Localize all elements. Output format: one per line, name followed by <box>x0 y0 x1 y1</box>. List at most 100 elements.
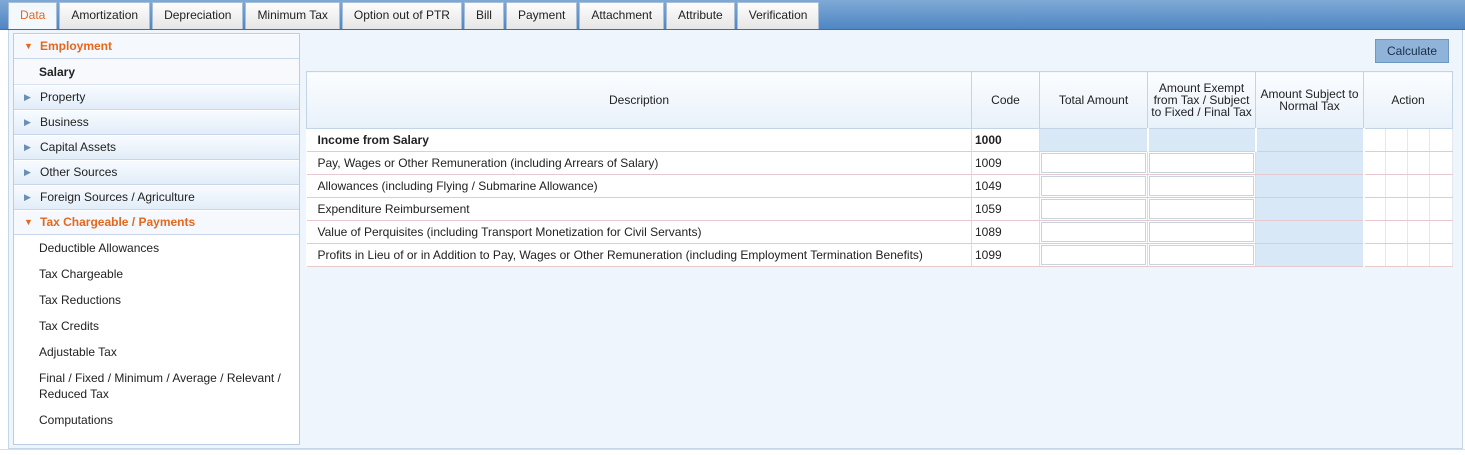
amount-exempt-input[interactable] <box>1149 176 1254 196</box>
total-amount-cell <box>1039 151 1148 175</box>
action-cell <box>1385 197 1408 221</box>
amount-subject-cell <box>1255 128 1365 152</box>
caret-down-icon: ▼ <box>24 41 33 51</box>
column-header-description: Description <box>306 71 972 129</box>
sidebar-item-tax-reductions[interactable]: Tax Reductions <box>14 287 299 313</box>
calculate-button[interactable]: Calculate <box>1375 39 1449 63</box>
sidebar-section-capital-assets[interactable]: ▶ Capital Assets <box>14 135 299 160</box>
sidebar-item-salary[interactable]: Salary <box>14 59 299 85</box>
amount-exempt-cell <box>1147 243 1256 267</box>
column-header-action: Action <box>1362 71 1454 129</box>
sidebar-section-label: Foreign Sources / Agriculture <box>40 190 195 204</box>
action-cell <box>1363 128 1386 152</box>
total-amount-input[interactable] <box>1041 153 1146 173</box>
action-cell <box>1385 174 1408 198</box>
tab-attachment[interactable]: Attachment <box>579 2 665 29</box>
column-header-code: Code <box>971 71 1040 129</box>
amount-exempt-input[interactable] <box>1149 153 1254 173</box>
table-row: Income from Salary 1000 <box>306 128 1454 152</box>
total-amount-cell <box>1039 220 1148 244</box>
amount-exempt-input[interactable] <box>1149 199 1254 219</box>
tab-amortization[interactable]: Amortization <box>59 2 151 29</box>
action-cell <box>1407 128 1430 152</box>
action-cell <box>1429 151 1454 175</box>
row-code: 1009 <box>971 151 1040 175</box>
sidebar-item-tax-chargeable[interactable]: Tax Chargeable <box>14 261 299 287</box>
sidebar-section-tax-chargeable[interactable]: ▼ Tax Chargeable / Payments <box>14 210 299 235</box>
table-row: Profits in Lieu of or in Addition to Pay… <box>306 243 1454 267</box>
total-amount-cell <box>1039 174 1148 198</box>
sidebar-section-label: Employment <box>40 39 113 53</box>
amount-exempt-cell <box>1147 197 1256 221</box>
salary-table: Description Code Total Amount Amount Exe… <box>306 71 1454 267</box>
action-cell <box>1407 197 1430 221</box>
sidebar-item-adjustable-tax[interactable]: Adjustable Tax <box>14 339 299 365</box>
row-description: Profits in Lieu of or in Addition to Pay… <box>306 243 972 267</box>
sidebar-item-tax-credits[interactable]: Tax Credits <box>14 313 299 339</box>
amount-exempt-input[interactable] <box>1149 222 1254 242</box>
sidebar-section-employment[interactable]: ▼ Employment <box>14 34 299 59</box>
caret-right-icon: ▶ <box>24 167 31 177</box>
sidebar-item-final-fixed-tax[interactable]: Final / Fixed / Minimum / Average / Rele… <box>14 365 299 407</box>
row-description: Expenditure Reimbursement <box>306 197 972 221</box>
row-description: Pay, Wages or Other Remuneration (includ… <box>306 151 972 175</box>
sidebar-section-other-sources[interactable]: ▶ Other Sources <box>14 160 299 185</box>
action-cell <box>1407 220 1430 244</box>
caret-down-icon: ▼ <box>24 217 33 227</box>
action-cell <box>1385 220 1408 244</box>
row-code: 1000 <box>971 128 1040 152</box>
row-description: Allowances (including Flying / Submarine… <box>306 174 972 198</box>
sidebar-section-label: Business <box>40 115 89 129</box>
amount-exempt-cell <box>1147 220 1256 244</box>
column-header-amount-exempt: Amount Exempt from Tax / Subject to Fixe… <box>1147 71 1256 129</box>
table-row: Value of Perquisites (including Transpor… <box>306 220 1454 244</box>
action-cell <box>1385 151 1408 175</box>
table-row: Pay, Wages or Other Remuneration (includ… <box>306 151 1454 175</box>
total-amount-input[interactable] <box>1041 245 1146 265</box>
content-panel: ▼ Employment Salary ▶ Property ▶ Busines… <box>8 30 1463 449</box>
amount-exempt-cell <box>1147 128 1257 152</box>
tab-depreciation[interactable]: Depreciation <box>152 2 244 29</box>
total-amount-cell <box>1039 197 1148 221</box>
tab-verification[interactable]: Verification <box>736 2 820 29</box>
sidebar-section-foreign-sources[interactable]: ▶ Foreign Sources / Agriculture <box>14 185 299 210</box>
action-cell <box>1407 243 1430 267</box>
tab-attribute[interactable]: Attribute <box>666 2 735 29</box>
action-cell <box>1363 220 1386 244</box>
sidebar-section-property[interactable]: ▶ Property <box>14 85 299 110</box>
sidebar-section-label: Property <box>40 90 86 104</box>
table-row: Allowances (including Flying / Submarine… <box>306 174 1454 198</box>
total-amount-input[interactable] <box>1041 222 1146 242</box>
sidebar-item-computations[interactable]: Computations <box>14 407 299 433</box>
total-amount-input[interactable] <box>1041 199 1146 219</box>
tab-data[interactable]: Data <box>8 2 58 29</box>
row-code: 1059 <box>971 197 1040 221</box>
total-amount-input[interactable] <box>1041 176 1146 196</box>
amount-exempt-input[interactable] <box>1149 245 1254 265</box>
column-header-total-amount: Total Amount <box>1039 71 1148 129</box>
amount-subject-cell <box>1255 220 1365 244</box>
amount-subject-cell <box>1255 197 1365 221</box>
tab-payment[interactable]: Payment <box>505 2 578 29</box>
tab-bar: Data Amortization Depreciation Minimum T… <box>0 0 1465 30</box>
caret-right-icon: ▶ <box>24 142 31 152</box>
sidebar-section-business[interactable]: ▶ Business <box>14 110 299 135</box>
table-row: Expenditure Reimbursement 1059 <box>306 197 1454 221</box>
sidebar-section-label: Other Sources <box>40 165 118 179</box>
tab-option-out-of-ptr[interactable]: Option out of PTR <box>341 2 462 29</box>
row-description: Value of Perquisites (including Transpor… <box>306 220 972 244</box>
sidebar-item-deductible-allowances[interactable]: Deductible Allowances <box>14 235 299 261</box>
action-cell <box>1429 197 1454 221</box>
row-code: 1049 <box>971 174 1040 198</box>
tab-minimum-tax[interactable]: Minimum Tax <box>245 2 340 29</box>
caret-right-icon: ▶ <box>24 117 31 127</box>
row-description: Income from Salary <box>306 128 972 152</box>
action-cell <box>1407 151 1430 175</box>
action-cell <box>1429 174 1454 198</box>
action-cell <box>1385 243 1408 267</box>
tab-bill[interactable]: Bill <box>463 2 504 29</box>
sidebar: ▼ Employment Salary ▶ Property ▶ Busines… <box>13 33 300 445</box>
action-cell <box>1363 151 1386 175</box>
row-code: 1089 <box>971 220 1040 244</box>
action-cell <box>1429 128 1454 152</box>
